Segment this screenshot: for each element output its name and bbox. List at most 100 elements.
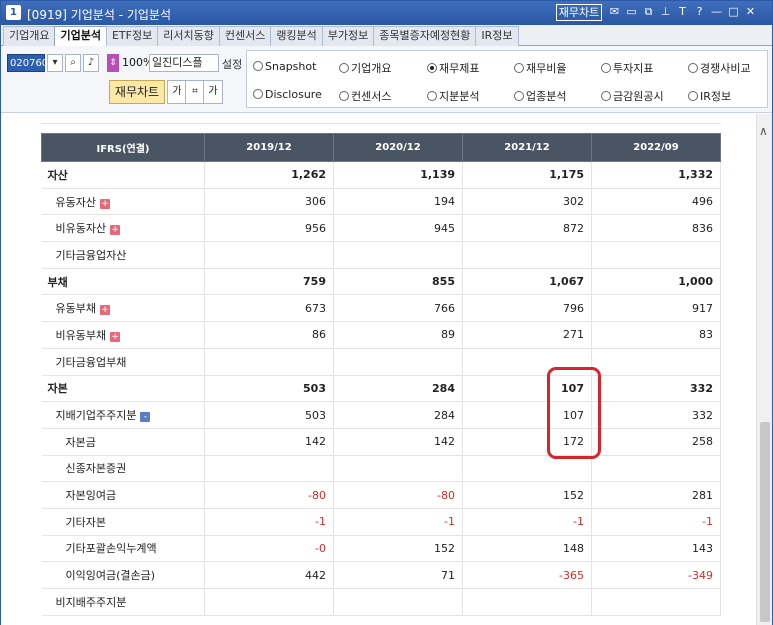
table-row: 이익잉여금(결손금) 442 71 -365 -349 <box>41 561 721 589</box>
maximize-icon[interactable]: □ <box>726 4 741 20</box>
tab-1[interactable]: 기업분석 <box>54 26 107 47</box>
radio-option[interactable]: Disclosure <box>253 88 322 101</box>
row-label: 기타자본 <box>65 515 106 529</box>
copy-icon[interactable]: ⧉ <box>641 4 656 20</box>
radio-option[interactable]: Snapshot <box>253 60 316 73</box>
minimize-icon[interactable]: — <box>709 4 724 20</box>
radio-circle-icon[interactable] <box>601 91 611 101</box>
speaker-icon[interactable]: ♪ <box>83 54 99 72</box>
row-label: 기타금융업부채 <box>55 355 127 369</box>
value-cell: 836 <box>591 214 721 243</box>
radio-option[interactable]: 재무제표 <box>427 60 479 76</box>
radio-circle-icon[interactable] <box>427 91 437 101</box>
mail-icon[interactable]: ✉ <box>607 4 622 20</box>
value-cell: -1 <box>591 508 721 536</box>
collapse-icon[interactable]: - <box>140 412 151 423</box>
tab-8[interactable]: IR정보 <box>475 26 519 46</box>
row-label-cell: 비지배주주지분 <box>41 588 205 616</box>
settings-label[interactable]: 설정 <box>222 56 242 72</box>
close-icon[interactable]: ✕ <box>743 4 758 20</box>
header-period: 2020/12 <box>333 133 463 162</box>
expand-icon[interactable]: + <box>99 198 110 209</box>
radio-circle-icon[interactable] <box>688 91 698 101</box>
radio-option[interactable]: 컨센서스 <box>339 88 391 104</box>
row-label: 자산 <box>47 168 68 182</box>
row-label-cell: 신종자본증권 <box>41 455 205 483</box>
table-row: 자본금 142 142 172 258 <box>41 428 721 456</box>
header-period: 2022/09 <box>591 133 721 162</box>
window-number-badge: 1 <box>6 5 21 20</box>
radio-label: 경쟁사비교 <box>700 62 751 75</box>
value-cell: 766 <box>333 294 463 323</box>
scroll-up-icon[interactable]: ∧ <box>759 124 768 138</box>
radio-circle-icon[interactable] <box>339 63 349 73</box>
radio-label: 컨센서스 <box>351 90 392 103</box>
radio-circle-icon[interactable] <box>427 63 437 73</box>
radio-label: 재무비율 <box>526 62 567 75</box>
radio-circle-icon[interactable] <box>514 63 524 73</box>
window-icon[interactable]: ▭ <box>624 4 639 20</box>
radio-option[interactable]: 금감원공시 <box>601 88 664 104</box>
radio-circle-icon[interactable] <box>688 63 698 73</box>
dropdown-arrow-icon[interactable]: ▾ <box>47 54 63 72</box>
font-icon[interactable]: T <box>675 4 690 20</box>
stock-code-input[interactable]: 020760 <box>7 54 48 72</box>
company-name-field[interactable]: 일진디스플 <box>149 54 219 72</box>
value-cell: 673 <box>204 294 334 323</box>
table-row: 자본 503 284 107 332 <box>41 375 721 403</box>
radio-option[interactable]: 업종분석 <box>514 88 566 104</box>
pin-icon[interactable]: ⊥ <box>658 4 673 20</box>
value-cell: 86 <box>204 321 334 349</box>
value-cell: 172 <box>462 428 592 456</box>
search-icon[interactable]: ⌕ <box>65 54 81 72</box>
value-cell <box>204 241 334 269</box>
radio-label: 기업개요 <box>351 62 392 75</box>
value-cell: 496 <box>591 188 721 216</box>
value-cell: 1,000 <box>591 268 721 296</box>
value-cell: 89 <box>333 321 463 349</box>
tab-6[interactable]: 부가정보 <box>321 26 375 46</box>
radio-option[interactable]: 재무비율 <box>514 60 566 76</box>
fit-window-icon[interactable]: ⌗ <box>185 80 205 104</box>
row-label-cell: 이익잉여금(결손금) <box>41 561 205 589</box>
zoom-icon[interactable]: ⇕ <box>107 54 119 72</box>
app-window: 1 [0919] 기업분석 - 기업분석 재무차트 ✉ ▭ ⧉ ⊥ T? — □ ✕ 기업개요… <box>0 0 773 625</box>
tab-2[interactable]: ETF정보 <box>105 26 159 46</box>
tab-bar: 기업개요 기업분석 ETF정보 리서치동향 컨센서스 랭킹분석 부가정보 종목별증자예정현황 I… <box>1 25 772 47</box>
value-cell: -80 <box>333 481 463 509</box>
radio-label: 투자지표 <box>613 62 654 75</box>
value-cell <box>591 348 721 376</box>
tab-0[interactable]: 기업개요 <box>3 26 56 46</box>
radio-circle-icon[interactable] <box>514 91 524 101</box>
tab-7[interactable]: 종목별증자예정현황 <box>373 26 477 46</box>
font-increase-button[interactable]: 가 <box>203 80 223 104</box>
expand-icon[interactable]: + <box>110 225 121 236</box>
font-decrease-button[interactable]: 가 <box>167 80 187 104</box>
row-label: 기타포괄손익누계액 <box>65 542 157 556</box>
radio-circle-icon[interactable] <box>253 61 263 71</box>
table-row: 자본잉여금 -80 -80 152 281 <box>41 481 721 509</box>
toolbar: 020760 ▾ ⌕ ♪ ⇕ 100% 일진디스플 설정 재무차트 가 ⌗ 가 … <box>1 46 772 113</box>
radio-circle-icon[interactable] <box>601 63 611 73</box>
radio-option[interactable]: 경쟁사비교 <box>688 60 751 76</box>
tab-3[interactable]: 리서치동향 <box>157 26 220 46</box>
expand-icon[interactable]: + <box>110 331 121 342</box>
radio-option[interactable]: IR정보 <box>688 88 731 104</box>
radio-circle-icon[interactable] <box>339 91 349 101</box>
expand-icon[interactable]: + <box>99 305 110 316</box>
value-cell: 107 <box>462 375 592 403</box>
tab-5[interactable]: 랭킹분석 <box>270 26 323 46</box>
radio-option[interactable]: 기업개요 <box>339 60 391 76</box>
vertical-scrollbar[interactable]: ∧ <box>756 114 772 625</box>
fin-chart-button[interactable]: 재무차트 <box>109 80 165 104</box>
radio-circle-icon[interactable] <box>253 89 263 99</box>
radio-option[interactable]: 투자지표 <box>601 60 653 76</box>
help-icon[interactable]: ? <box>692 4 707 20</box>
radio-option[interactable]: 지분분석 <box>427 88 479 104</box>
financial-chart-button[interactable]: 재무차트 <box>556 4 602 21</box>
tab-4[interactable]: 컨센서스 <box>218 26 272 46</box>
value-cell: 1,067 <box>462 268 592 296</box>
scrollbar-thumb[interactable] <box>760 422 770 622</box>
table-row: 비지배주주지분 <box>41 588 721 616</box>
value-cell: 271 <box>462 321 592 349</box>
